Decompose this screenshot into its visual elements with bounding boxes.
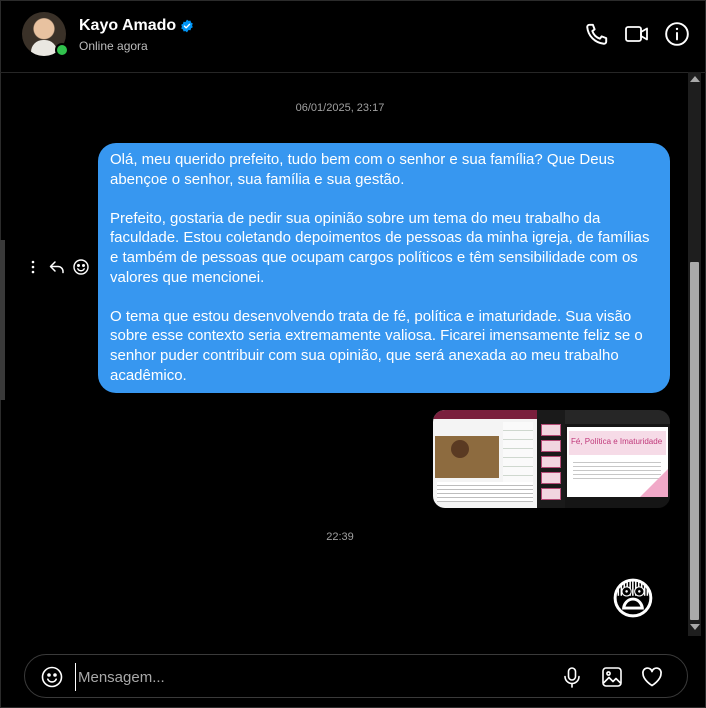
timestamp: 22:39: [326, 531, 354, 543]
reply-icon[interactable]: [48, 258, 66, 276]
verified-badge-icon: [181, 19, 193, 33]
image-upload-icon[interactable]: [601, 666, 623, 688]
message-bubble-sent[interactable]: Olá, meu querido prefeito, tudo bem com …: [98, 143, 670, 393]
timestamp: 06/01/2025, 23:17: [295, 102, 385, 114]
video-camera-icon[interactable]: [624, 21, 650, 47]
message-composer: [24, 654, 688, 698]
phone-icon[interactable]: [584, 21, 610, 47]
message-input[interactable]: [75, 663, 460, 691]
image-attachment[interactable]: Fé, Política e Imaturidade: [433, 410, 670, 508]
online-status-dot: [55, 43, 69, 57]
attachment-slide-title: Fé, Política e Imaturidade: [571, 437, 663, 446]
react-emoji-icon[interactable]: [72, 258, 90, 276]
message-paragraph: Olá, meu querido prefeito, tudo bem com …: [110, 151, 615, 188]
scroll-down-arrow-icon[interactable]: [690, 624, 700, 630]
attachment-slide-preview-left: [433, 410, 537, 508]
info-icon[interactable]: [664, 21, 690, 47]
heart-like-icon[interactable]: [641, 666, 663, 688]
emoji-picker-icon[interactable]: [41, 666, 63, 688]
more-options-icon[interactable]: [28, 258, 46, 276]
scroll-up-arrow-icon[interactable]: [690, 76, 700, 82]
left-edge-indicator: [0, 240, 5, 400]
message-paragraph: Prefeito, gostaria de pedir sua opinião …: [110, 209, 650, 286]
contact-name[interactable]: Kayo Amado: [79, 17, 176, 35]
chat-header: Kayo Amado Online agora: [0, 0, 706, 73]
attachment-thumbnail-strip: [537, 410, 565, 508]
reaction-emoji[interactable]: 😨: [610, 576, 656, 624]
scrollbar-thumb[interactable]: [690, 262, 699, 620]
attachment-slide-preview-right: Fé, Política e Imaturidade: [565, 410, 670, 508]
microphone-icon[interactable]: [561, 666, 583, 688]
message-paragraph: O tema que estou desenvolvendo trata de …: [110, 307, 643, 384]
contact-status: Online agora: [79, 39, 148, 53]
